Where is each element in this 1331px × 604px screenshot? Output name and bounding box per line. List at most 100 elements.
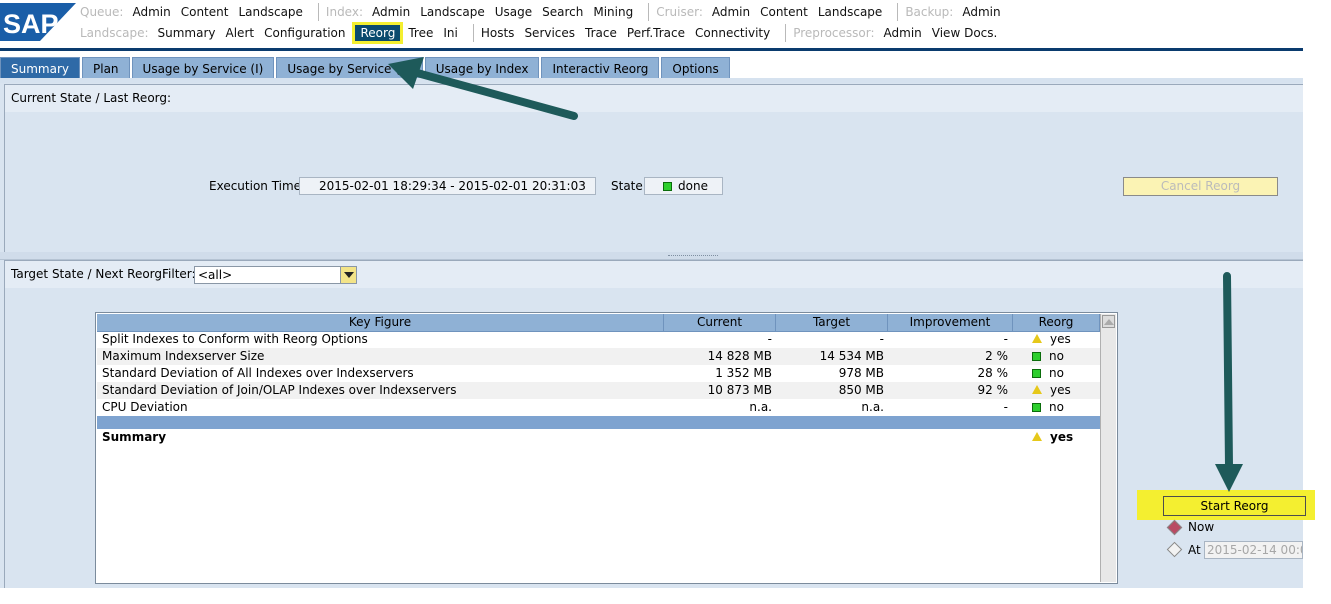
cell-target: 14 534 MB xyxy=(819,349,884,363)
col-improvement[interactable]: Improvement xyxy=(888,314,1013,332)
warning-triangle-icon xyxy=(1032,334,1042,343)
table-row[interactable]: Maximum Indexserver Size 14 828 MB 14 534 … xyxy=(97,348,1100,365)
tab-bar: Summary Plan Usage by Service (I) Usage by … xyxy=(0,55,1303,79)
execution-time-label: Execution Time: xyxy=(209,179,306,193)
summary-row[interactable]: Summary yes xyxy=(97,429,1100,446)
menu-item-index-admin[interactable]: Admin xyxy=(372,5,410,19)
menu-item-services[interactable]: Services xyxy=(524,26,575,40)
tab-interactiv-reorg[interactable]: Interactiv Reorg xyxy=(541,57,660,79)
cancel-reorg-button[interactable]: Cancel Reorg xyxy=(1123,177,1278,196)
cell-current: 10 873 MB xyxy=(707,383,772,397)
menu-group-landscape: Landscape: Summary Alert Configuration Reorg… xyxy=(80,22,468,44)
menu-item-index-mining[interactable]: Mining xyxy=(593,5,633,19)
tab-usage-by-service-i[interactable]: Usage by Service (I) xyxy=(131,57,275,79)
menu-item-cruiser-content[interactable]: Content xyxy=(760,5,808,19)
menu-item-hosts[interactable]: Hosts xyxy=(481,26,515,40)
table-row[interactable]: Split Indexes to Conform with Reorg Opti… xyxy=(97,331,1100,348)
menu-item-cruiser-admin[interactable]: Admin xyxy=(712,5,750,19)
menu-group-backup: Backup: Admin xyxy=(897,3,1010,21)
reorg-value: no xyxy=(1049,349,1064,363)
selected-row[interactable] xyxy=(97,416,1100,429)
cell-target: n.a. xyxy=(861,400,884,414)
scroll-up-icon[interactable] xyxy=(1102,315,1115,328)
menu-category-backup: Backup: xyxy=(905,5,954,19)
filter-select[interactable]: <all> xyxy=(194,266,357,284)
menu-item-queue-admin[interactable]: Admin xyxy=(132,5,170,19)
menu-item-preprocessor-view-docs[interactable]: View Docs. xyxy=(932,26,998,40)
menu-item-preprocessor-admin[interactable]: Admin xyxy=(884,26,922,40)
cell-key: CPU Deviation xyxy=(102,400,188,414)
current-state-title: Current State / Last Reorg: xyxy=(4,84,1303,112)
warning-triangle-icon xyxy=(1032,385,1042,394)
tab-plan[interactable]: Plan xyxy=(82,57,130,79)
execution-time-field: 2015-02-01 18:29:34 - 2015-02-01 20:31:0… xyxy=(299,177,596,195)
menu-item-queue-landscape[interactable]: Landscape xyxy=(238,5,302,19)
menu-item-landscape-summary[interactable]: Summary xyxy=(158,26,216,40)
start-reorg-button[interactable]: Start Reorg xyxy=(1163,496,1306,516)
menu-item-index-landscape[interactable]: Landscape xyxy=(420,5,484,19)
menu-item-landscape-tree[interactable]: Tree xyxy=(408,26,433,40)
menu-item-landscape-reorg[interactable]: Reorg xyxy=(352,22,404,44)
target-state-label: Target State / Next Reorg: xyxy=(11,267,167,281)
table-scrollbar[interactable] xyxy=(1100,314,1116,582)
col-target[interactable]: Target xyxy=(776,314,888,332)
summary-reorg-value: yes xyxy=(1050,430,1074,444)
menu-row-primary: Queue: Admin Content Landscape Index: Admin La… xyxy=(80,3,1011,21)
menu-item-trace[interactable]: Trace xyxy=(585,26,617,40)
reorg-value: no xyxy=(1049,400,1064,414)
cell-improvement: 2 % xyxy=(985,349,1008,363)
col-key-figure[interactable]: Key Figure xyxy=(97,314,664,332)
menu-item-index-usage[interactable]: Usage xyxy=(495,5,532,19)
schedule-datetime-input[interactable]: 2015-02-14 00:00 xyxy=(1204,541,1303,559)
panel-splitter[interactable] xyxy=(0,252,1303,260)
summary-label: Summary xyxy=(102,430,167,444)
summary-reorg-cell: yes xyxy=(1032,429,1102,446)
splitter-grip-icon[interactable] xyxy=(668,255,718,257)
cell-target: 978 MB xyxy=(838,366,884,380)
reorg-value: no xyxy=(1049,366,1064,380)
radio-now-label: Now xyxy=(1188,520,1215,534)
key-figure-table: Key Figure Current Target Improvement Re… xyxy=(95,312,1118,584)
menu-item-perf-trace[interactable]: Perf.Trace xyxy=(627,26,685,40)
app-header: SAP Queue: Admin Content Landscape Index: Adm… xyxy=(0,0,1303,48)
tab-usage-by-service-ii[interactable]: Usage by Service (II) xyxy=(276,57,423,79)
menu-item-landscape-ini[interactable]: Ini xyxy=(443,26,457,40)
tab-summary[interactable]: Summary xyxy=(0,57,80,79)
tab-options[interactable]: Options xyxy=(661,57,730,79)
col-current[interactable]: Current xyxy=(664,314,776,332)
menu-item-index-search[interactable]: Search xyxy=(542,5,583,19)
menu-category-preprocessor: Preprocessor: xyxy=(793,26,875,40)
table-row[interactable]: CPU Deviation n.a. n.a. - no xyxy=(97,399,1100,416)
chevron-down-icon[interactable] xyxy=(340,267,356,283)
col-reorg[interactable]: Reorg xyxy=(1013,314,1100,332)
cell-current: 1 352 MB xyxy=(715,366,772,380)
menu-row-secondary: Landscape: Summary Alert Configuration Reorg… xyxy=(80,22,1007,44)
menu-category-landscape: Landscape: xyxy=(80,26,149,40)
menu-item-queue-content[interactable]: Content xyxy=(181,5,229,19)
cell-reorg: yes xyxy=(1032,382,1102,399)
green-square-icon xyxy=(1032,369,1041,378)
tab-usage-by-index[interactable]: Usage by Index xyxy=(424,57,540,79)
green-square-icon xyxy=(1032,352,1041,361)
menu-item-cruiser-landscape[interactable]: Landscape xyxy=(818,5,882,19)
menu-group-index: Index: Admin Landscape Usage Search Mining xyxy=(317,3,643,21)
menu-group-preprocessor: Preprocessor: Admin View Docs. xyxy=(785,24,1007,42)
filter-value: <all> xyxy=(198,268,233,282)
table-row[interactable]: Standard Deviation of Join/OLAP Indexes … xyxy=(97,382,1100,399)
cell-target: 850 MB xyxy=(838,383,884,397)
menu-group-queue: Queue: Admin Content Landscape xyxy=(80,3,313,21)
menu-category-cruiser: Cruiser: xyxy=(656,5,703,19)
cell-key: Standard Deviation of All Indexes over I… xyxy=(102,366,414,380)
menu-item-landscape-alert[interactable]: Alert xyxy=(226,26,255,40)
menu-group-landscape-extra: Hosts Services Trace Perf.Trace Connectivity xyxy=(472,24,780,42)
warning-triangle-icon xyxy=(1032,432,1042,441)
cell-current: - xyxy=(767,332,772,346)
cell-improvement: - xyxy=(1003,332,1008,346)
cell-target: - xyxy=(879,332,884,346)
cell-improvement: 92 % xyxy=(977,383,1009,397)
filter-label: Filter: xyxy=(162,267,196,281)
table-row[interactable]: Standard Deviation of All Indexes over I… xyxy=(97,365,1100,382)
menu-item-backup-admin[interactable]: Admin xyxy=(962,5,1000,19)
menu-item-landscape-configuration[interactable]: Configuration xyxy=(264,26,345,40)
menu-item-connectivity[interactable]: Connectivity xyxy=(695,26,770,40)
